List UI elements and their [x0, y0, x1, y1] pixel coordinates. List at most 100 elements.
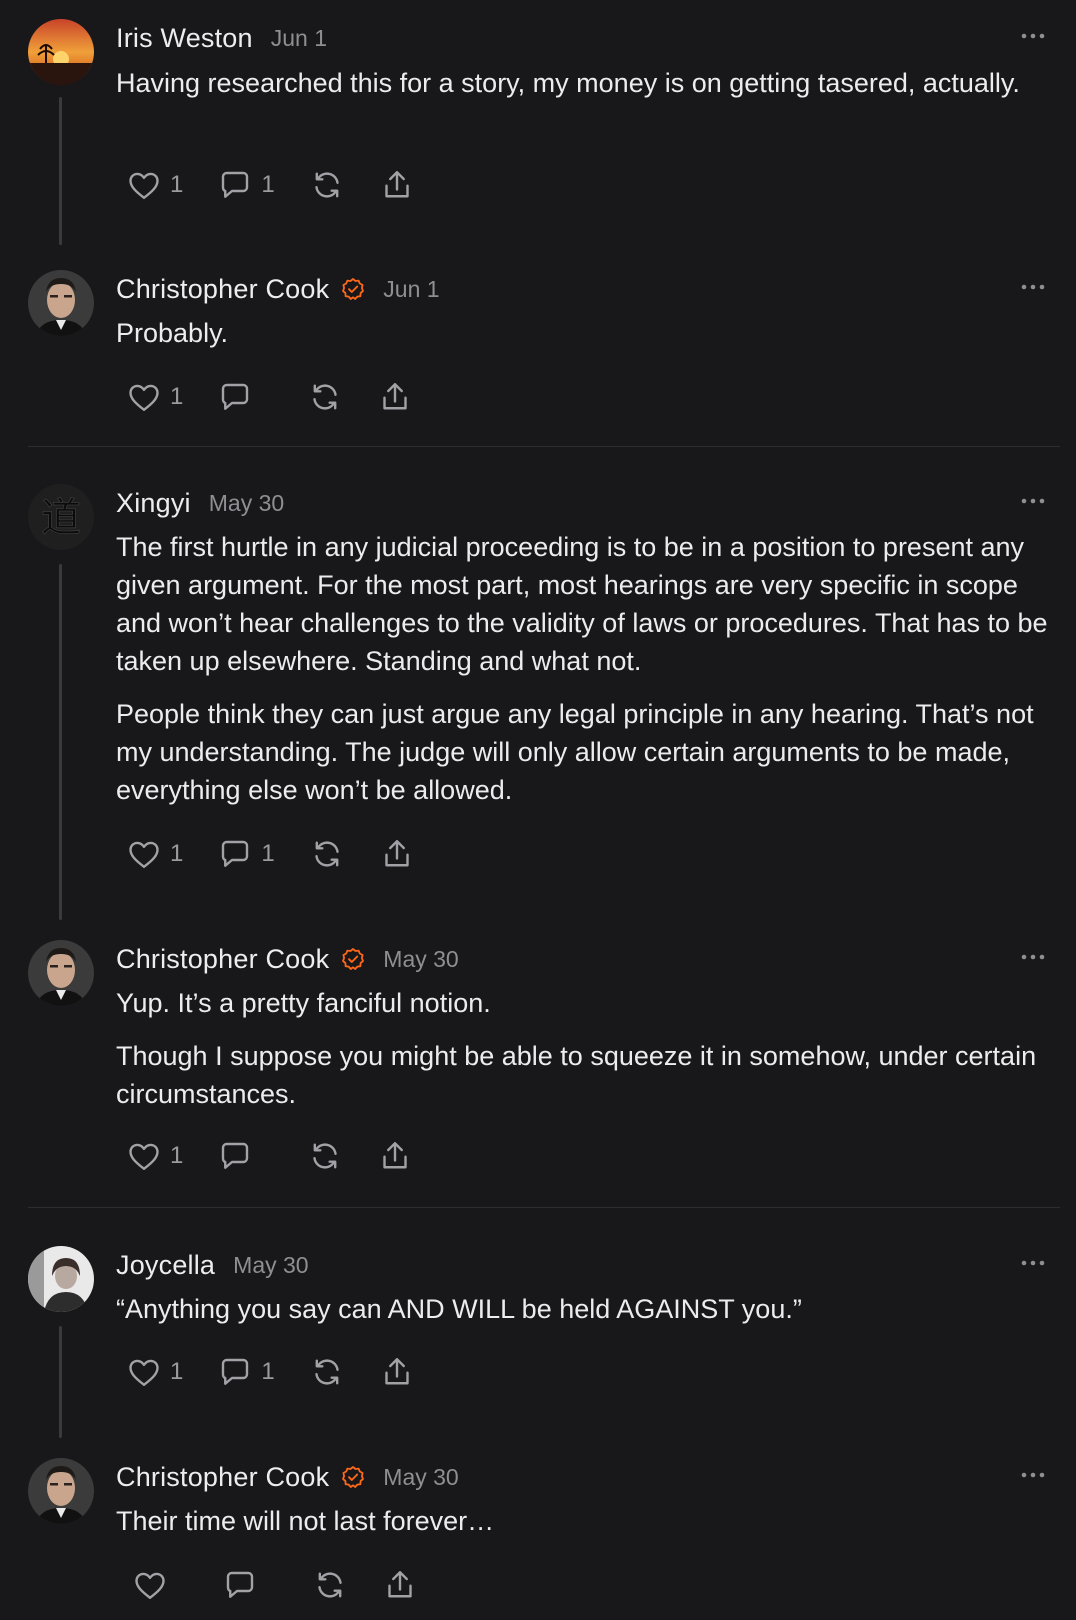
reply-button[interactable]: [217, 377, 273, 417]
share-icon: [377, 1138, 413, 1174]
heart-icon: [126, 1354, 162, 1390]
svg-text:道: 道: [41, 495, 81, 541]
restack-button[interactable]: [309, 165, 345, 205]
avatar-iris-weston[interactable]: [28, 19, 94, 85]
avatar-xingyi[interactable]: 道: [28, 484, 94, 550]
thread-divider: [28, 1207, 1060, 1208]
share-button[interactable]: [379, 834, 415, 874]
reply-count: 1: [261, 171, 275, 198]
comment-body: Probably.: [116, 314, 1056, 367]
comment-header: Christopher Cook May 30: [116, 942, 459, 976]
like-button[interactable]: 1: [126, 1136, 183, 1176]
more-options-icon[interactable]: [1018, 1460, 1048, 1490]
restack-icon: [307, 379, 343, 415]
share-button[interactable]: [377, 377, 413, 417]
restack-button[interactable]: [307, 1136, 343, 1176]
share-icon: [379, 1354, 415, 1390]
reply-button[interactable]: 1: [217, 834, 275, 874]
comment-icon: [217, 379, 253, 415]
comment-actions: 1 1: [126, 1352, 449, 1392]
comment-paragraph: People think they can just argue any leg…: [116, 699, 1034, 805]
comment-paragraph: Though I suppose you might be able to sq…: [116, 1041, 1037, 1109]
comment-header: Christopher Cook May 30: [116, 1460, 459, 1494]
comment-date: Jun 1: [383, 275, 440, 302]
reply-button[interactable]: 1: [217, 165, 275, 205]
comment-icon: [217, 1354, 253, 1390]
comment-header: Joycella May 30: [116, 1248, 309, 1282]
more-options-icon[interactable]: [1018, 486, 1048, 516]
avatar-christopher-cook[interactable]: [28, 270, 94, 336]
share-icon: [382, 1567, 418, 1603]
more-options-icon[interactable]: [1018, 21, 1048, 51]
avatar-christopher-cook[interactable]: [28, 940, 94, 1006]
more-options-icon[interactable]: [1018, 942, 1048, 972]
author-name[interactable]: Xingyi: [116, 488, 191, 519]
author-name[interactable]: Iris Weston: [116, 23, 253, 54]
like-button[interactable]: 1: [126, 377, 183, 417]
comment-paragraph: Having researched this for a story, my m…: [116, 68, 1020, 98]
thread-line: [59, 97, 62, 245]
restack-button[interactable]: [309, 1352, 345, 1392]
avatar-christopher-cook[interactable]: [28, 1458, 94, 1524]
like-button[interactable]: 1: [126, 1352, 183, 1392]
share-button[interactable]: [382, 1565, 418, 1605]
reply-count: 1: [261, 1358, 275, 1385]
comment-actions: [132, 1565, 452, 1605]
comment-body: Having researched this for a story, my m…: [116, 64, 1056, 117]
share-icon: [377, 379, 413, 415]
comment-paragraph: The first hurtle in any judicial proceed…: [116, 532, 1048, 676]
restack-button[interactable]: [312, 1565, 348, 1605]
reply-button[interactable]: 1: [217, 1352, 275, 1392]
author-name[interactable]: Christopher Cook: [116, 1462, 329, 1493]
like-count: 1: [170, 840, 184, 867]
like-count: 1: [170, 171, 184, 198]
like-count: 1: [170, 383, 184, 410]
thread-line: [59, 564, 62, 920]
author-name[interactable]: Christopher Cook: [116, 944, 329, 975]
share-button[interactable]: [377, 1136, 413, 1176]
share-icon: [379, 836, 415, 872]
restack-icon: [312, 1567, 348, 1603]
like-button[interactable]: [132, 1565, 188, 1605]
comment-date: May 30: [383, 945, 459, 972]
share-button[interactable]: [379, 1352, 415, 1392]
comment-paragraph: Their time will not last forever…: [116, 1506, 495, 1536]
comment-icon: [222, 1567, 258, 1603]
share-button[interactable]: [379, 165, 415, 205]
avatar-joycella[interactable]: [28, 1246, 94, 1312]
comment-paragraph: “Anything you say can AND WILL be held A…: [116, 1294, 802, 1324]
comment-date: Jun 1: [270, 24, 328, 51]
comment-date: May 30: [208, 489, 285, 516]
like-button[interactable]: 1: [126, 165, 183, 205]
reply-button[interactable]: [222, 1565, 278, 1605]
more-options-icon[interactable]: [1018, 272, 1048, 302]
comment-actions: 1: [126, 377, 447, 417]
author-name[interactable]: Joycella: [116, 1250, 215, 1281]
share-icon: [379, 167, 415, 203]
restack-icon: [309, 1354, 345, 1390]
restack-icon: [307, 1138, 343, 1174]
comment-actions: 1 1: [126, 834, 449, 874]
thread-line: [59, 1326, 62, 1438]
like-count: 1: [170, 1142, 184, 1169]
reply-button[interactable]: [217, 1136, 273, 1176]
comment-date: May 30: [383, 1463, 459, 1490]
restack-button[interactable]: [309, 834, 345, 874]
heart-icon: [132, 1567, 168, 1603]
comment-icon: [217, 836, 253, 872]
comment-paragraph: Probably.: [116, 318, 229, 348]
restack-button[interactable]: [307, 377, 343, 417]
comment-body: “Anything you say can AND WILL be held A…: [116, 1290, 1056, 1343]
comment-actions: 1: [126, 1136, 447, 1176]
author-name[interactable]: Christopher Cook: [116, 274, 329, 305]
more-options-icon[interactable]: [1018, 1248, 1048, 1278]
like-button[interactable]: 1: [126, 834, 183, 874]
verified-badge-icon: [341, 277, 365, 301]
like-count: 1: [170, 1358, 184, 1385]
heart-icon: [126, 167, 162, 203]
comment-paragraph: Yup. It’s a pretty fanciful notion.: [116, 988, 491, 1018]
comment-body: Yup. It’s a pretty fanciful notion. Thou…: [116, 984, 1056, 1128]
thread-divider: [28, 446, 1060, 447]
comment-icon: [217, 167, 253, 203]
reply-count: 1: [261, 840, 275, 867]
